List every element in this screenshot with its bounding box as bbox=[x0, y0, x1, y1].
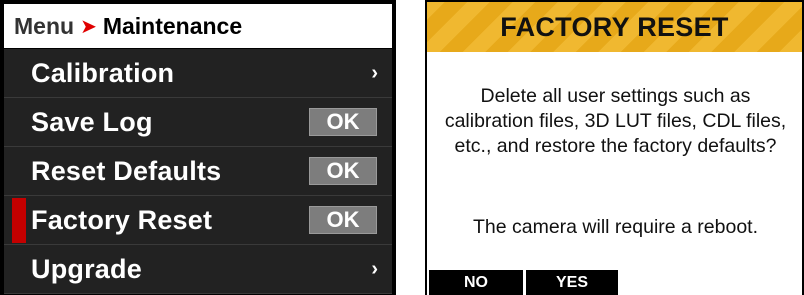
factory-reset-dialog: FACTORY RESET Delete all user settings s… bbox=[425, 0, 804, 295]
reset-defaults-ok-button[interactable]: OK bbox=[309, 157, 377, 185]
selection-indicator bbox=[12, 198, 26, 243]
dialog-header: FACTORY RESET bbox=[427, 2, 802, 52]
chevron-right-icon: › bbox=[371, 61, 378, 84]
save-log-ok-button[interactable]: OK bbox=[309, 108, 377, 136]
chevron-right-icon: › bbox=[371, 257, 378, 280]
dialog-note: The camera will require a reboot. bbox=[472, 216, 759, 238]
menu-item-factory-reset[interactable]: Factory Reset OK bbox=[4, 196, 392, 245]
menu-item-label: Calibration bbox=[31, 57, 175, 88]
dialog-message: Delete all user settings such as calibra… bbox=[444, 85, 787, 157]
menu-item-label: Reset Defaults bbox=[31, 155, 222, 186]
menu-item-save-log[interactable]: Save Log OK bbox=[4, 98, 392, 147]
no-button[interactable]: NO bbox=[429, 270, 523, 295]
dialog-footer: NO YES bbox=[427, 268, 802, 295]
menu-item-label: Factory Reset bbox=[31, 204, 213, 235]
yes-button[interactable]: YES bbox=[526, 270, 618, 295]
menu-item-label: Upgrade bbox=[31, 253, 142, 284]
maintenance-menu: Menu ➤ Maintenance Calibration › Save Lo… bbox=[0, 0, 396, 295]
menu-item-label: Save Log bbox=[31, 106, 153, 137]
factory-reset-ok-button[interactable]: OK bbox=[309, 206, 377, 234]
menu-list: Calibration › Save Log OK Reset Defaults… bbox=[4, 49, 392, 294]
breadcrumb-current: Maintenance bbox=[102, 12, 243, 39]
menu-item-calibration[interactable]: Calibration › bbox=[4, 49, 392, 98]
dialog-title: FACTORY RESET bbox=[500, 11, 729, 42]
breadcrumb-arrow-icon: ➤ bbox=[80, 15, 97, 38]
menu-item-upgrade[interactable]: Upgrade › bbox=[4, 245, 392, 294]
breadcrumb: Menu ➤ Maintenance bbox=[4, 4, 392, 48]
breadcrumb-root[interactable]: Menu bbox=[14, 13, 74, 40]
menu-item-reset-defaults[interactable]: Reset Defaults OK bbox=[4, 147, 392, 196]
